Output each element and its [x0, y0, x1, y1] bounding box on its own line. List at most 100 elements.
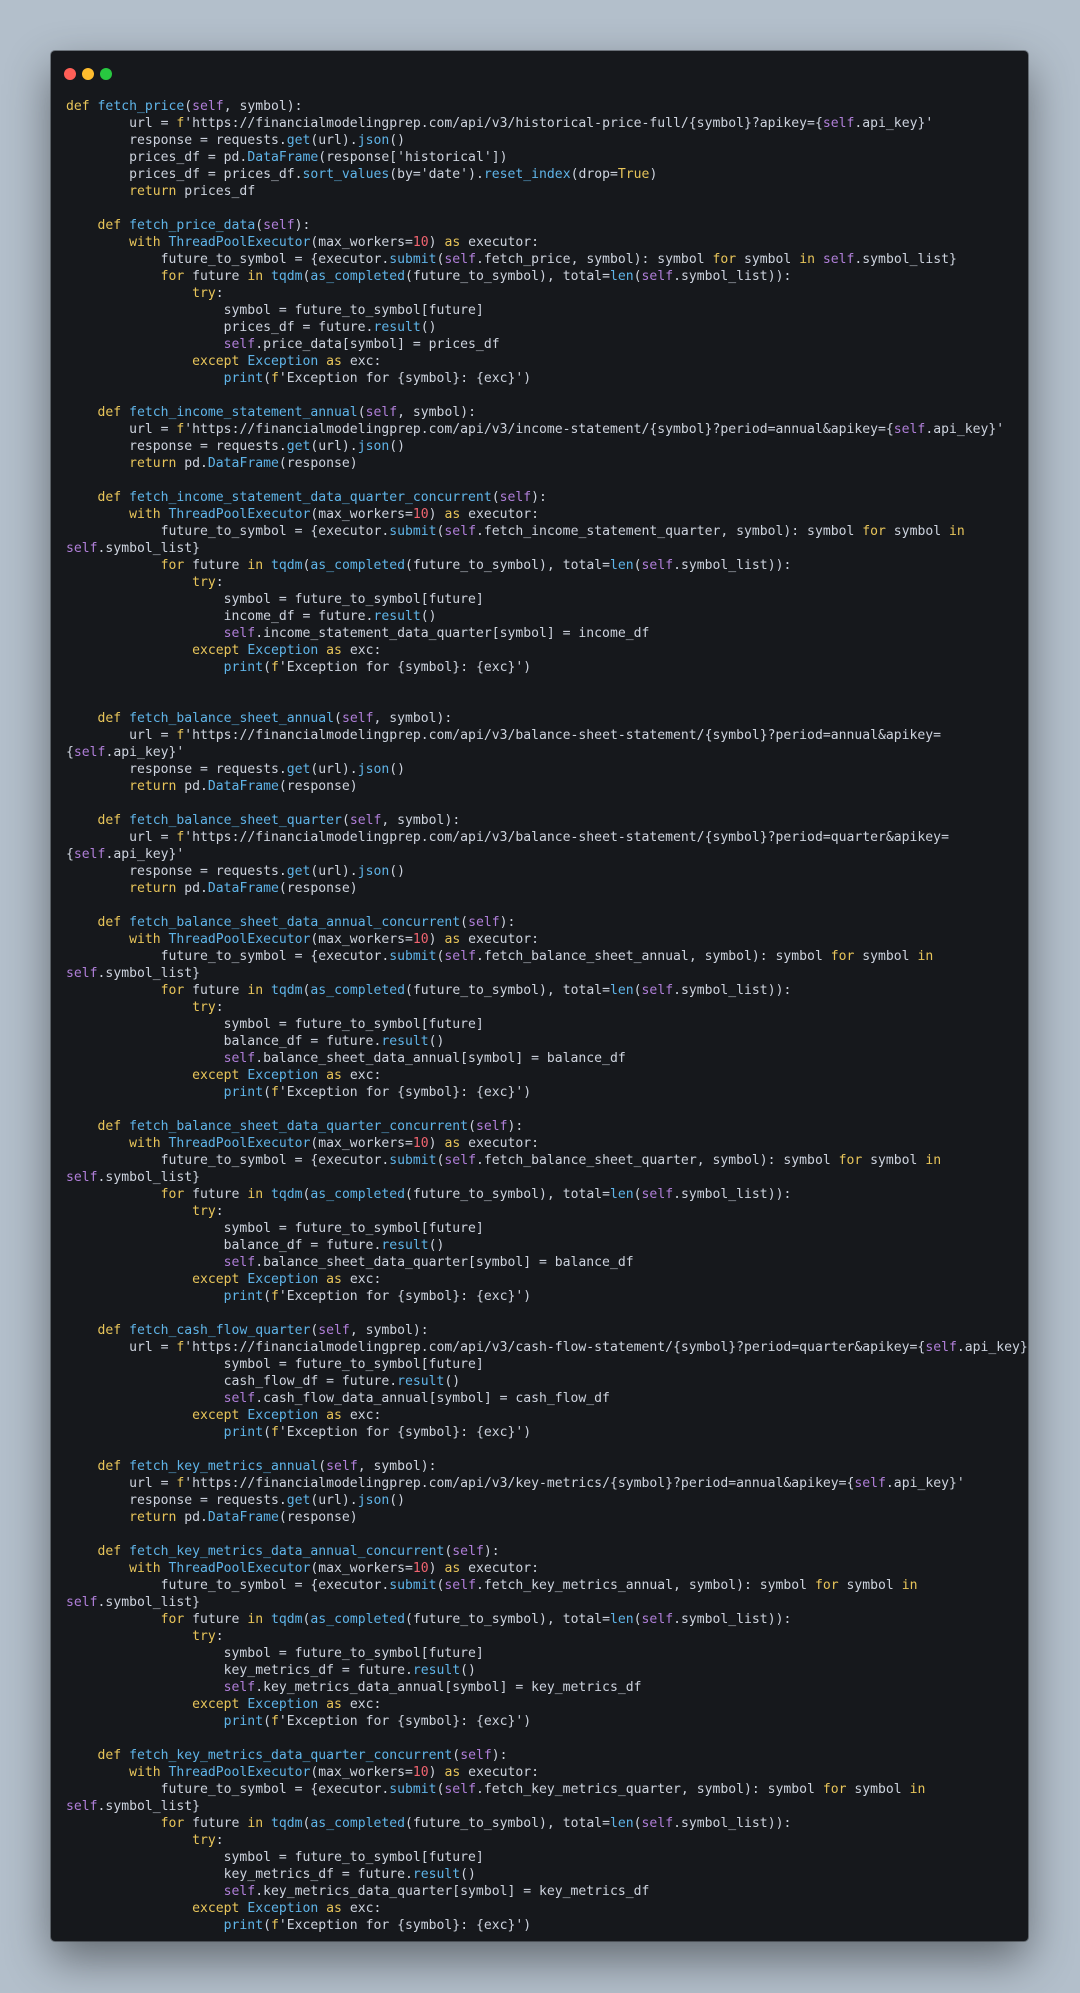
zoom-dot-icon[interactable] [100, 68, 112, 80]
function-token: submit [389, 252, 437, 267]
string-token: 'date' [420, 167, 469, 182]
self-token: self [499, 490, 532, 505]
string-token: 'https://financialmodelingprep.com/api/v… [184, 830, 705, 845]
function-token: fetch_income_statement_data_quarter_conc… [129, 490, 492, 505]
code-token: , symbol): [357, 1459, 437, 1474]
function-token: tqdm [270, 1816, 303, 1831]
keyword-token: for [66, 1816, 193, 1831]
code-token: .symbol_list} [97, 1595, 201, 1610]
keyword-token: return [66, 779, 185, 794]
code-token: symbol [870, 1153, 926, 1168]
self-token: self [444, 1153, 476, 1168]
keyword-token: for [66, 269, 193, 284]
string-token: 'https://financialmodelingprep.com/api/v… [184, 1340, 674, 1355]
string-token: 'Exception for [278, 371, 398, 386]
keyword-token: def [66, 711, 130, 726]
code-line: for future in tqdm (as_completed(future_t… [66, 557, 1016, 574]
code-token: (max_workers= [310, 1136, 413, 1151]
code-token: ): [531, 490, 547, 505]
keyword-token: for [712, 252, 745, 267]
code-line: try: [66, 285, 1016, 302]
code-line: for future in tqdm (as_completed(future_t… [66, 268, 1016, 285]
number-token: 10 [412, 1136, 429, 1151]
function-token: fetch_balance_sheet_data_quarter_concurr… [129, 1119, 469, 1134]
string-token: ' [956, 1476, 965, 1491]
code-line: print(f'Exception for {symbol}: {exc}') [66, 1084, 1016, 1101]
code-token: response = requests. [66, 864, 287, 879]
code-line: url = f'https://financialmodelingprep.co… [66, 115, 1016, 132]
code-token: ( [452, 1748, 461, 1763]
code-line: except Exception as exc: [66, 353, 1016, 370]
code-token: cash_flow_df = future. [66, 1374, 398, 1389]
keyword-token: in [247, 269, 271, 284]
string-token: 'https://financialmodelingprep.com/api/v… [184, 422, 650, 437]
code-token: {symbol} [397, 1918, 461, 1933]
string-token: ?apikey= [751, 116, 815, 131]
code-token: url = [66, 728, 177, 743]
code-line: def fetch_balance_sheet_data_quarter_con… [66, 1118, 1016, 1135]
function-token: submit [389, 949, 437, 964]
code-token: (url). [310, 864, 358, 879]
code-line: self.income_statement_data_quarter[symbo… [66, 625, 1016, 642]
keyword-token: as [326, 1408, 350, 1423]
code-token: {symbol} [397, 1289, 461, 1304]
minimize-dot-icon[interactable] [82, 68, 94, 80]
code-token: () [428, 1238, 445, 1253]
function-token: as_completed [310, 1612, 406, 1627]
code-token: future_to_symbol = {executor. [66, 252, 390, 267]
code-token: ( [633, 1816, 642, 1831]
keyword-token: for [830, 949, 863, 964]
code-token: symbol [854, 1782, 910, 1797]
code-line: symbol = future_to_symbol[future] [66, 1016, 1016, 1033]
keyword-token: def [66, 1323, 130, 1338]
code-token: ) [523, 1425, 532, 1440]
code-token: , symbol): [349, 1323, 429, 1338]
keyword-token: in [247, 983, 271, 998]
keyword-token: with [66, 932, 169, 947]
code-line: self.symbol_list} [66, 540, 1016, 557]
code-token: .symbol_list} [97, 541, 201, 556]
code-token: symbol [893, 524, 949, 539]
keyword-token: def [66, 1748, 130, 1763]
self-token: self [641, 1816, 674, 1831]
string-token: 'historical' [397, 150, 492, 165]
keyword-token: try [66, 1000, 216, 1015]
code-token: (max_workers= [310, 932, 413, 947]
string-token: : [460, 660, 476, 675]
function-token: len [610, 269, 634, 284]
code-line: symbol = future_to_symbol[future] [66, 591, 1016, 608]
code-token: .symbol_list)): [673, 269, 792, 284]
code-token: ) [523, 1918, 532, 1933]
code-token: future_to_symbol = {executor. [66, 1578, 390, 1593]
code-token: .symbol_list)): [673, 1816, 792, 1831]
code-token: future [192, 983, 248, 998]
keyword-token: def [66, 1459, 130, 1474]
code-token: { [885, 422, 894, 437]
code-line: try: [66, 574, 1016, 591]
code-token: symbol [862, 949, 918, 964]
keyword-token: except [66, 1272, 248, 1287]
self-token: self [66, 1595, 98, 1610]
self-token: self [641, 558, 674, 573]
code-token: url = [66, 422, 177, 437]
code-token: (response) [278, 456, 358, 471]
code-token: : [215, 286, 224, 301]
code-token: ) [428, 1561, 445, 1576]
function-token: tqdm [270, 269, 303, 284]
self-token: self [822, 116, 855, 131]
code-token: .api_key} [105, 847, 177, 862]
code-token: () [389, 864, 406, 879]
keyword-token: try [66, 1629, 216, 1644]
self-token: self [925, 1340, 957, 1355]
close-dot-icon[interactable] [64, 68, 76, 80]
code-token: ( [633, 269, 642, 284]
function-token: json [357, 439, 390, 454]
string-token: ' [925, 116, 934, 131]
code-token: .api_key} [925, 422, 997, 437]
code-token: ) [523, 1714, 532, 1729]
self-token: self [854, 1476, 886, 1491]
code-token: key_metrics_df = future. [66, 1867, 413, 1882]
